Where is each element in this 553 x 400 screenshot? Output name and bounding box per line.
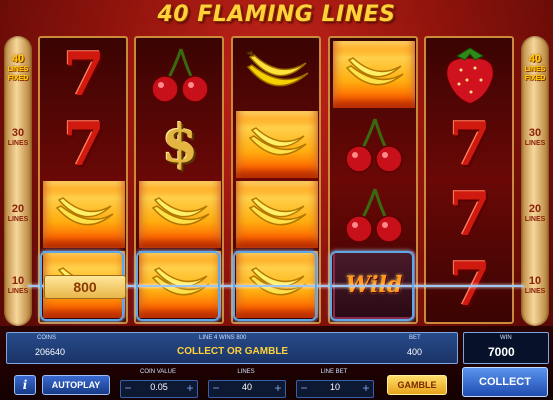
- win-highlight-reel-3: [233, 251, 317, 321]
- game-title: 40 FLAMING LINES: [157, 2, 396, 27]
- symbol-seven: 7: [449, 179, 491, 250]
- bet-label: BET: [409, 335, 421, 341]
- lines-minus-button[interactable]: −: [209, 381, 223, 397]
- line-indicator-30: 30 LINES: [7, 127, 29, 148]
- symbol-seven: 7: [63, 109, 105, 180]
- collect-button[interactable]: COLLECT: [462, 367, 548, 397]
- reel-5: 7 7 7: [424, 36, 514, 324]
- symbol-strawberry: [429, 41, 511, 108]
- symbol-banana-fire: [43, 181, 125, 248]
- win-value: 7000: [488, 345, 515, 359]
- banana-icon: [55, 196, 114, 225]
- coin-value-plus-button[interactable]: +: [183, 381, 197, 397]
- line-bet-plus-button[interactable]: +: [359, 381, 373, 397]
- cherry-icon: [151, 48, 209, 103]
- line-bet-minus-button[interactable]: −: [297, 381, 311, 397]
- info-bar: COINS 206640 LINE 4 WINS 800 COLLECT OR …: [6, 332, 458, 364]
- line-indicator-30: 30 LINES: [524, 127, 546, 148]
- line-indicator-40: 40 LINES FIXED: [524, 53, 546, 83]
- coin-value-minus-button[interactable]: −: [121, 381, 135, 397]
- symbol-seven: 7: [63, 39, 105, 110]
- lines-indicator-right: 40 LINES FIXED 30 LINES 20 LINES 10 LINES: [521, 36, 549, 326]
- cherry-icon: [345, 188, 403, 243]
- symbol-cherry: [333, 181, 415, 248]
- lines-indicator-left: 40 LINES FIXED 30 LINES 20 LINES 10 LINES: [4, 36, 32, 326]
- symbol-banana-fire: [333, 41, 415, 108]
- lines-value: 40: [241, 382, 252, 392]
- banana-icon: [248, 196, 307, 225]
- symbol-banana-fire: [236, 111, 318, 178]
- lines-plus-button[interactable]: +: [271, 381, 285, 397]
- win-label: WIN: [500, 335, 512, 341]
- coins-label: COINS: [37, 335, 57, 341]
- line-bet-stepper: − 10 +: [296, 380, 374, 398]
- status-message: COLLECT OR GAMBLE: [177, 346, 289, 357]
- info-button[interactable]: i: [14, 375, 36, 395]
- coins-value: 206640: [35, 347, 66, 357]
- line-indicator-20: 20 LINES: [524, 203, 546, 224]
- strawberry-icon: [445, 46, 495, 105]
- coin-value-label: COIN VALUE: [140, 369, 176, 375]
- line-win-text: LINE 4 WINS 800: [199, 335, 247, 341]
- win-highlight-reel-4: [330, 251, 414, 321]
- symbol-dollar: $: [161, 114, 199, 175]
- line-bet-label: LINE BET: [320, 369, 348, 375]
- symbol-banana-fire: [139, 181, 221, 248]
- symbol-cherry: [333, 111, 415, 178]
- banana-icon: [345, 56, 404, 85]
- lines-stepper: − 40 +: [208, 380, 286, 398]
- coin-value: 0.05: [150, 382, 168, 392]
- symbol-cherry: [139, 41, 221, 108]
- symbol-banana-fire: [236, 181, 318, 248]
- line-bet-value: 10: [329, 382, 340, 392]
- banana-icon: [248, 126, 307, 155]
- line-indicator-10: 10 LINES: [524, 275, 546, 296]
- bet-value: 400: [407, 347, 423, 357]
- cherry-icon: [345, 118, 403, 173]
- line-indicator-40: 40 LINES FIXED: [7, 53, 29, 83]
- symbol-banana: [236, 41, 318, 108]
- symbol-seven: 7: [449, 109, 491, 180]
- line-indicator-20: 20 LINES: [7, 203, 29, 224]
- coin-value-stepper: − 0.05 +: [120, 380, 198, 398]
- gamble-button[interactable]: GAMBLE: [387, 375, 447, 395]
- win-highlight-reel-2: [136, 251, 220, 321]
- win-display: WIN 7000: [463, 332, 549, 364]
- autoplay-button[interactable]: AUTOPLAY: [42, 375, 110, 395]
- line-win-amount: 800: [44, 275, 126, 299]
- banana-icon: [246, 50, 309, 86]
- lines-label: LINES: [237, 369, 255, 375]
- banana-icon: [151, 196, 210, 225]
